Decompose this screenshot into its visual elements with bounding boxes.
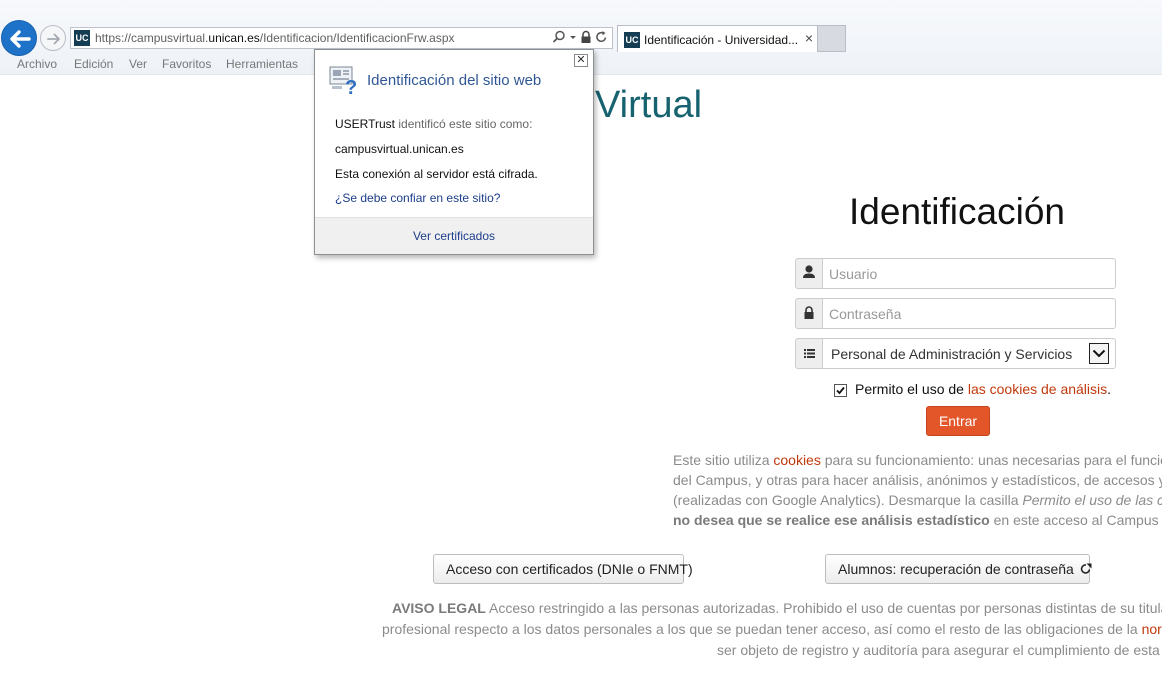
popup-trust-link[interactable]: ¿Se debe confiar en este sitio?: [335, 191, 500, 205]
url-path: /Identificacion/IdentificacionFrw.aspx: [259, 31, 455, 45]
popup-encryption: Esta conexión al servidor está cifrada.: [335, 167, 538, 181]
forward-button[interactable]: [40, 25, 66, 51]
cookies-link[interactable]: cookies: [773, 452, 820, 468]
url-text: https://campusvirtual.unican.es/Identifi…: [95, 31, 455, 45]
legal-line-3: ser objeto de registro y auditoría para …: [717, 642, 1162, 658]
cookie-info-l3-em: Permito el uso de las cookies: [1022, 492, 1162, 508]
new-tab-button[interactable]: [818, 25, 846, 52]
address-bar-icons: [552, 29, 608, 49]
legal-title: AVISO LEGAL: [392, 600, 486, 616]
arrow-left-icon: [10, 30, 31, 48]
list-icon: [804, 349, 815, 358]
cookie-consent-suffix: .: [1107, 381, 1112, 397]
password-recovery-label: Alumnos: recuperación de contraseña: [838, 561, 1074, 577]
tab-favicon: UC: [624, 32, 640, 48]
cookie-info-line-3: (realizadas con Google Analytics). Desma…: [673, 490, 1162, 510]
certificate-access-label: Acceso con certificados (DNIe o FNMT): [446, 561, 693, 577]
cookies-analysis-link[interactable]: las cookies de análisis: [968, 381, 1107, 397]
popup-site: campusvirtual.unican.es: [335, 142, 464, 156]
certificate-access-button[interactable]: Acceso con certificados (DNIe o FNMT): [433, 554, 693, 584]
view-certificates-link[interactable]: Ver certificados: [413, 229, 495, 243]
password-group: [795, 298, 1116, 329]
external-link-icon: [1080, 563, 1092, 574]
site-favicon: UC: [74, 30, 90, 46]
legal-line-1: AVISO LEGAL Acceso restringido a las per…: [372, 598, 1162, 619]
certificate-icon: ?: [329, 64, 361, 101]
profile-addon: [795, 338, 823, 369]
password-addon: [795, 298, 823, 329]
lock-icon[interactable]: [580, 30, 592, 49]
svg-text:?: ?: [345, 77, 357, 96]
cookie-info-l4-rest: en este acceso al Campus Virtual.: [993, 512, 1162, 528]
cookie-info-line-4: no desea que se realice ese análisis est…: [673, 510, 1162, 530]
chevron-down-icon[interactable]: [1089, 343, 1109, 364]
popup-footer: Ver certificados: [315, 217, 593, 254]
cookie-info-l4-bold: no desea que se realice ese análisis est…: [673, 512, 990, 528]
menu-favoritos[interactable]: Favoritos: [162, 57, 211, 71]
username-group: [795, 258, 1116, 289]
cookie-info-text: Este sitio utiliza cookies para su funci…: [673, 450, 1162, 530]
refresh-icon[interactable]: [595, 30, 608, 49]
menu-archivo[interactable]: Archivo: [17, 57, 57, 71]
cookie-consent-checkbox[interactable]: [834, 383, 847, 397]
url-prefix: https://campusvirtual.: [95, 31, 209, 45]
cookie-info-l3a: (realizadas con Google Analytics). Desma…: [673, 492, 1023, 508]
url-domain: unican.es: [208, 31, 260, 45]
profile-group: Personal de Administración y Servicios: [795, 338, 1116, 369]
tab-title: Identificación - Universidad...: [644, 33, 799, 47]
password-input[interactable]: [822, 298, 1116, 329]
user-icon: [803, 265, 815, 278]
search-icon[interactable]: [552, 30, 566, 49]
browser-tab[interactable]: UC Identificación - Universidad... ×: [617, 25, 818, 52]
checkmark-icon: [836, 386, 845, 394]
cookie-info-l1b: para su funcionamiento: unas necesarias …: [820, 452, 1162, 468]
chevron-down-icon[interactable]: [569, 30, 577, 49]
cookie-consent-row: Permito el uso de las cookies de análisi…: [834, 380, 1111, 398]
arrow-right-icon: [47, 33, 60, 45]
menu-edicion[interactable]: Edición: [74, 57, 113, 71]
enter-button[interactable]: Entrar: [926, 406, 990, 436]
cookie-info-line-2: del Campus, y otras para hacer análisis,…: [673, 472, 1162, 488]
address-bar[interactable]: UC https://campusvirtual.unican.es/Ident…: [70, 27, 613, 49]
cookie-info-l1a: Este sitio utiliza: [673, 452, 774, 468]
login-heading: Identificación: [849, 191, 1065, 232]
profile-select[interactable]: Personal de Administración y Servicios: [822, 338, 1116, 369]
cookie-info-line-1: Este sitio utiliza cookies para su funci…: [673, 450, 1162, 470]
legal-line-2: profesional respecto a los datos persona…: [372, 619, 1162, 640]
back-button[interactable]: [1, 20, 37, 56]
popup-title: Identificación del sitio web: [367, 72, 542, 89]
popup-issuer-suffix: identificó este sitio como:: [395, 117, 533, 131]
legal-l1-rest: Acceso restringido a las personas autori…: [485, 600, 1162, 616]
popup-issuer: USERTrust: [335, 117, 396, 131]
site-identification-popup: ✕ ? Identificación del sitio web USERTru…: [314, 49, 594, 255]
legal-notice: AVISO LEGAL Acceso restringido a las per…: [372, 598, 1162, 661]
profile-selected-value: Personal de Administración y Servicios: [831, 346, 1073, 362]
username-input[interactable]: [822, 258, 1116, 289]
menu-herramientas[interactable]: Herramientas: [226, 57, 298, 71]
menu-ver[interactable]: Ver: [129, 57, 147, 71]
lock-icon: [804, 306, 814, 319]
normativa-link[interactable]: normativa inte: [1142, 621, 1162, 637]
cookie-consent-label: Permito el uso de: [855, 381, 964, 397]
popup-close-icon[interactable]: ✕: [574, 54, 588, 67]
legal-l2a: profesional respecto a los datos persona…: [382, 621, 1142, 637]
popup-issuer-line: USERTrust identificó este sitio como:: [335, 117, 532, 131]
site-title: Virtual: [595, 84, 703, 126]
password-recovery-button[interactable]: Alumnos: recuperación de contraseña: [825, 554, 1092, 584]
tab-close-icon[interactable]: ×: [805, 31, 813, 45]
user-addon: [795, 258, 823, 289]
